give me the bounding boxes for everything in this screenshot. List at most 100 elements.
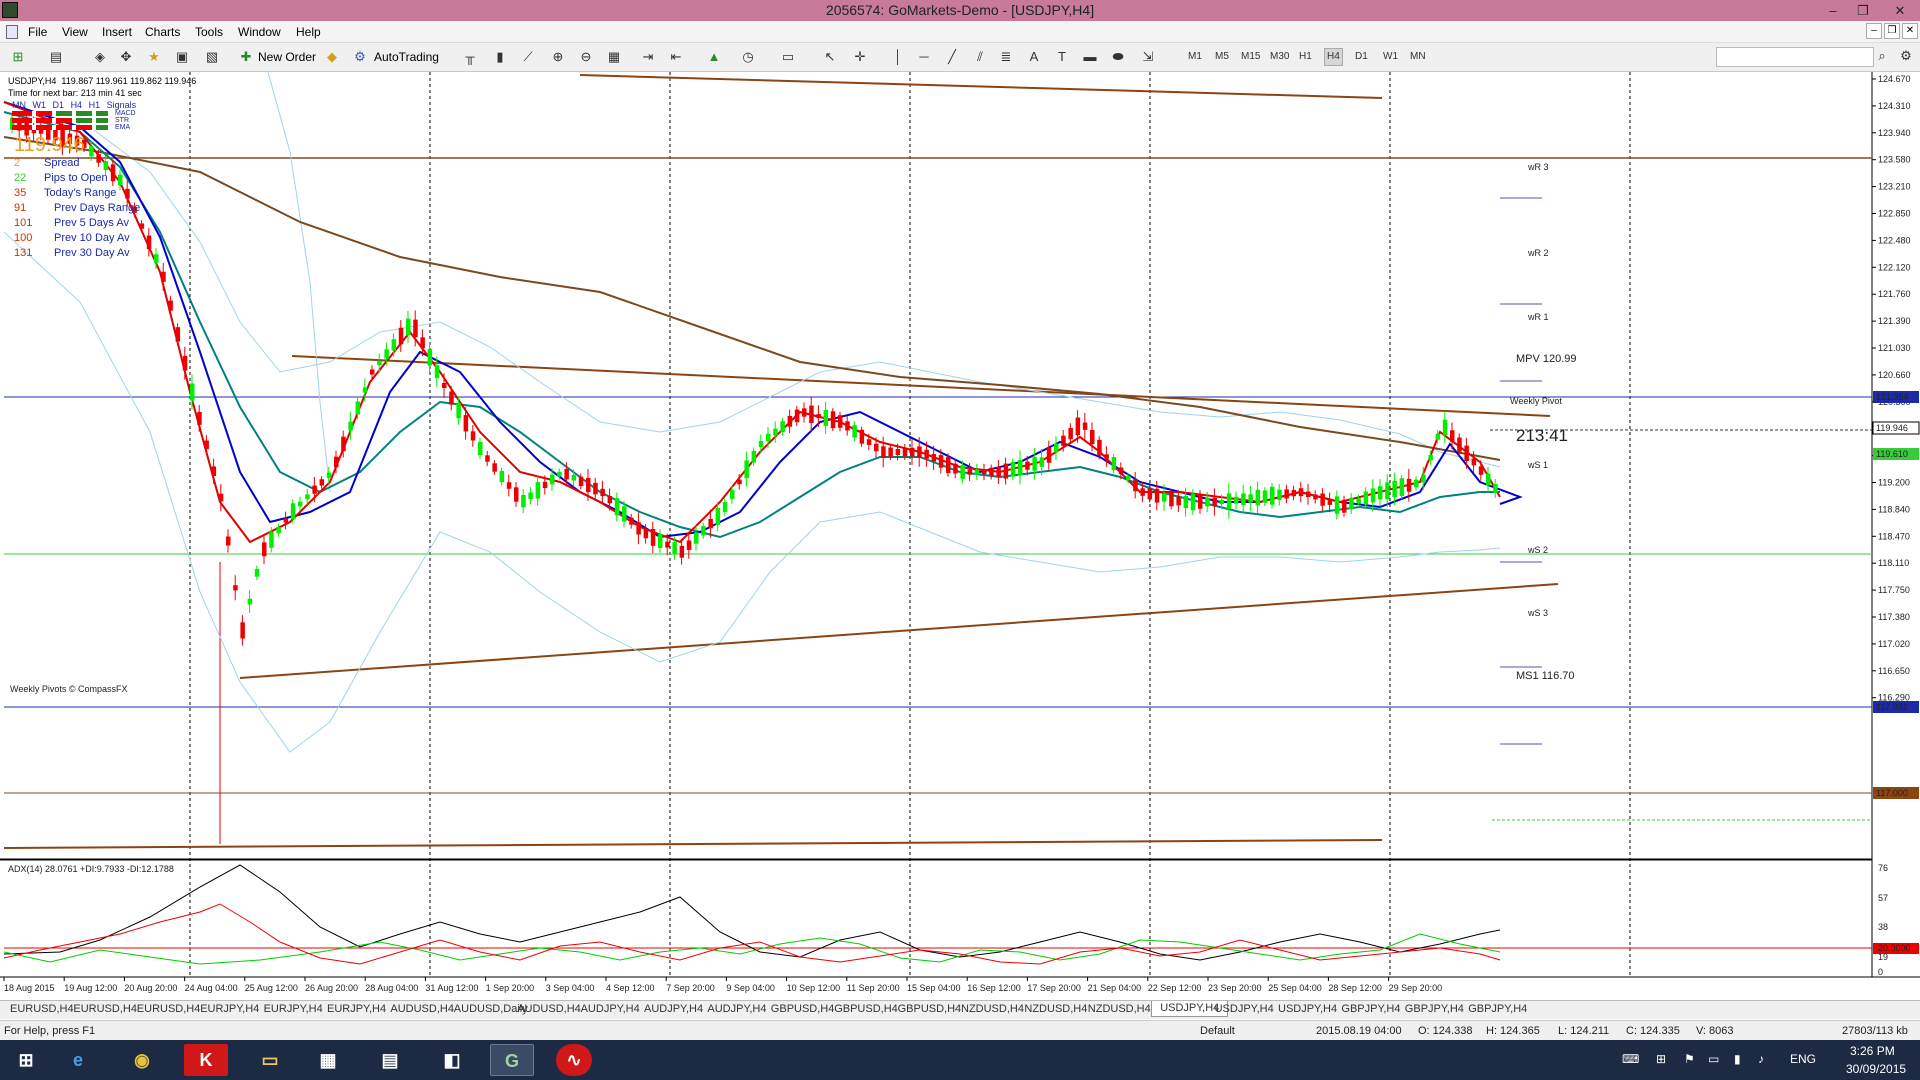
menu-view[interactable]: View xyxy=(62,25,88,39)
arrows-icon[interactable]: ⇲ xyxy=(1140,49,1156,65)
chart-tab[interactable]: NZDUSD,H4 xyxy=(1088,1003,1151,1015)
line-chart-icon[interactable]: ⟋ xyxy=(520,49,536,65)
menu-help[interactable]: Help xyxy=(296,25,321,39)
chart-tab[interactable]: EURJPY,H4 xyxy=(264,1003,323,1015)
candlestick-icon[interactable]: ▮ xyxy=(492,49,508,65)
tf-m15-button[interactable]: M15 xyxy=(1241,49,1260,65)
flag-icon[interactable]: ⚑ xyxy=(1684,1052,1695,1066)
chart-tab[interactable]: EURUSD,H4 xyxy=(73,1003,137,1015)
zoom-in-icon[interactable]: ⊕ xyxy=(550,49,566,65)
chart-tab[interactable]: NZDUSD,H4 xyxy=(1024,1003,1087,1015)
ellipse-icon[interactable]: ⬬ xyxy=(1110,49,1126,65)
menu-window[interactable]: Window xyxy=(238,25,281,39)
chart-tab[interactable]: GBPUSD,H4 xyxy=(771,1003,835,1015)
keyboard-icon[interactable]: ⌨ xyxy=(1622,1052,1639,1066)
chart-tab[interactable]: AUDJPY,H4 xyxy=(581,1003,640,1015)
menu-tools[interactable]: Tools xyxy=(195,25,223,39)
text-icon[interactable]: A xyxy=(1026,49,1042,65)
remote-icon[interactable]: ◧ xyxy=(430,1044,474,1076)
strategy-tester-icon[interactable]: ▧ xyxy=(204,49,220,65)
close-button[interactable]: ✕ xyxy=(1880,0,1920,21)
bar-chart-icon[interactable]: ╥ xyxy=(462,49,478,65)
terminal-icon[interactable]: ▣ xyxy=(174,49,190,65)
periods-icon[interactable]: ◷ xyxy=(740,49,756,65)
chrome-icon[interactable]: ◉ xyxy=(120,1044,164,1076)
tray-expand-icon[interactable]: ⊞ xyxy=(1656,1052,1666,1066)
search-icon[interactable]: ⌕ xyxy=(1874,48,1890,64)
price-chart[interactable]: wR 3 wR 2 wR 1 MPV 120.99 Weekly Pivot w… xyxy=(0,72,1920,1008)
indicators-icon[interactable]: ▲ xyxy=(706,49,722,65)
rectangle-icon[interactable]: ▬ xyxy=(1082,49,1098,65)
tf-m5-button[interactable]: M5 xyxy=(1215,49,1229,65)
clock-date[interactable]: 30/09/2015 xyxy=(1846,1062,1906,1076)
mdi-restore-button[interactable]: ❐ xyxy=(1884,23,1900,39)
autoscroll-icon[interactable]: ⇤ xyxy=(668,49,684,65)
menu-file[interactable]: File xyxy=(28,25,47,39)
chart-tab[interactable]: AUDJPY,H4 xyxy=(707,1003,766,1015)
fibonacci-icon[interactable]: ≣ xyxy=(998,49,1014,65)
tf-m1-button[interactable]: M1 xyxy=(1188,49,1202,65)
tf-mn-button[interactable]: MN xyxy=(1410,49,1426,65)
channel-icon[interactable]: ⫽ xyxy=(972,49,988,65)
chart-tab[interactable]: USDJPY,H4 xyxy=(1278,1003,1337,1015)
battery-icon[interactable]: ▭ xyxy=(1708,1052,1719,1066)
chart-tab[interactable]: GBPJPY,H4 xyxy=(1341,1003,1400,1015)
chart-tab[interactable]: EURUSD,H4 xyxy=(137,1003,201,1015)
chart-tab[interactable]: GBPJPY,H4 xyxy=(1468,1003,1527,1015)
chart-tab[interactable]: AUDUSD,H4 xyxy=(517,1003,581,1015)
settings-icon[interactable]: ⚙ xyxy=(1898,48,1914,64)
vertical-line-icon[interactable]: │ xyxy=(890,49,906,65)
chart-tab[interactable]: AUDJPY,H4 xyxy=(644,1003,703,1015)
tile-windows-icon[interactable]: ▦ xyxy=(606,49,622,65)
market-watch-icon[interactable]: ◈ xyxy=(92,49,108,65)
horizontal-line-icon[interactable]: ─ xyxy=(916,49,932,65)
chart-tab[interactable]: GBPJPY,H4 xyxy=(1405,1003,1464,1015)
tf-h4-button[interactable]: H4 xyxy=(1324,48,1343,66)
new-order-button[interactable]: New Order xyxy=(258,48,316,66)
templates-icon[interactable]: ▭ xyxy=(780,49,796,65)
tf-h1-button[interactable]: H1 xyxy=(1299,49,1312,65)
trendline-icon[interactable]: ╱ xyxy=(944,49,960,65)
menu-insert[interactable]: Insert xyxy=(102,25,132,39)
kaspersky-icon[interactable]: K xyxy=(184,1044,228,1076)
autotrading-button[interactable]: AutoTrading xyxy=(374,48,439,66)
volume-icon[interactable]: ♪ xyxy=(1758,1052,1764,1066)
chart-tab[interactable]: EURUSD,H4 xyxy=(10,1003,74,1015)
metatrader-icon[interactable]: ∿ xyxy=(556,1044,592,1076)
chart-tab[interactable]: GBPUSD,H4 xyxy=(898,1003,962,1015)
search-input[interactable] xyxy=(1716,47,1874,67)
data-window-icon[interactable]: ✥ xyxy=(118,49,134,65)
chart-tab[interactable]: GBPUSD,H4 xyxy=(834,1003,898,1015)
mdi-close-button[interactable]: ✕ xyxy=(1902,23,1918,39)
new-order-icon[interactable]: ✚ xyxy=(238,49,254,65)
restore-button[interactable]: ❐ xyxy=(1848,0,1878,21)
tf-d1-button[interactable]: D1 xyxy=(1355,49,1368,65)
chart-tab[interactable]: AUDUSD,H4 xyxy=(390,1003,454,1015)
profiles-icon[interactable]: ▤ xyxy=(48,49,64,65)
text-label-icon[interactable]: T xyxy=(1054,49,1070,65)
network-icon[interactable]: ▮ xyxy=(1734,1052,1741,1066)
mdi-minimize-button[interactable]: – xyxy=(1866,23,1882,39)
start-button[interactable]: ⊞ xyxy=(4,1044,48,1076)
navigator-icon[interactable]: ★ xyxy=(146,49,162,65)
clock-time[interactable]: 3:26 PM xyxy=(1850,1044,1895,1058)
chart-tab[interactable]: EURJPY,H4 xyxy=(200,1003,259,1015)
menu-charts[interactable]: Charts xyxy=(145,25,180,39)
explorer-icon[interactable]: ▭ xyxy=(248,1044,292,1076)
crosshair-icon[interactable]: ✛ xyxy=(852,49,868,65)
cursor-icon[interactable]: ↖ xyxy=(822,49,838,65)
autotrading-icon[interactable]: ⚙ xyxy=(352,49,368,65)
zoom-out-icon[interactable]: ⊖ xyxy=(578,49,594,65)
gomarkets-icon[interactable]: G xyxy=(490,1044,534,1076)
tf-w1-button[interactable]: W1 xyxy=(1383,49,1398,65)
language-indicator[interactable]: ENG xyxy=(1790,1052,1816,1066)
chart-shift-icon[interactable]: ⇥ xyxy=(640,49,656,65)
metaeditor-icon[interactable]: ◆ xyxy=(324,49,340,65)
chart-tab[interactable]: USDJPY,H4 xyxy=(1215,1003,1274,1015)
minimize-button[interactable]: – xyxy=(1818,0,1848,21)
new-chart-icon[interactable]: ⊞ xyxy=(10,49,26,65)
ie-icon[interactable]: e xyxy=(56,1044,100,1076)
app-grid-icon[interactable]: ▦ xyxy=(306,1044,350,1076)
chart-tab[interactable]: EURJPY,H4 xyxy=(327,1003,386,1015)
tf-m30-button[interactable]: M30 xyxy=(1270,49,1289,65)
